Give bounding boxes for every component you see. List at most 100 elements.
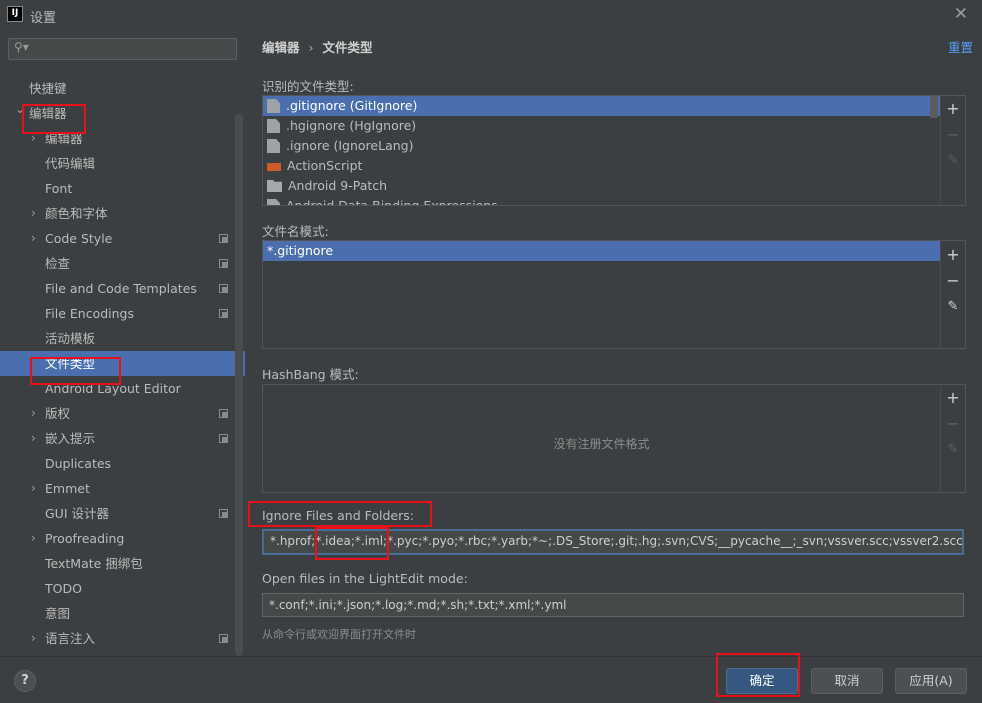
project-scope-icon bbox=[219, 434, 228, 443]
sidebar-item[interactable]: › 语言注入 bbox=[0, 626, 235, 651]
sidebar-item[interactable]: › 颜色和字体 bbox=[0, 201, 235, 226]
chevron-right-icon[interactable]: › bbox=[31, 201, 36, 226]
cancel-button[interactable]: 取消 bbox=[811, 668, 883, 694]
sidebar-item-label: 意图 bbox=[45, 606, 71, 621]
breadcrumb-separator: › bbox=[308, 40, 314, 55]
sidebar-item[interactable]: 检查 bbox=[0, 251, 235, 276]
edit-hashbang-icon[interactable]: ✎ bbox=[946, 443, 960, 457]
search-icon: ⚲▾ bbox=[14, 40, 29, 54]
dialog-footer: ? 确定 取消 应用(A) bbox=[0, 656, 982, 703]
lightedit-label: Open files in the LightEdit mode: bbox=[262, 571, 468, 586]
breadcrumb-parent[interactable]: 编辑器 bbox=[262, 40, 300, 55]
list-item[interactable]: .hgignore (HgIgnore) bbox=[263, 116, 940, 136]
sidebar-item-label: Proofreading bbox=[45, 531, 125, 546]
file-icon bbox=[267, 139, 280, 153]
patterns-toolbar: + − ✎ bbox=[940, 241, 965, 348]
ignore-files-field[interactable]: *.hprof;*.idea;*.iml;*.pyc;*.pyo;*.rbc;*… bbox=[262, 529, 964, 555]
edit-type-icon[interactable]: ✎ bbox=[946, 154, 960, 168]
remove-pattern-icon[interactable]: − bbox=[946, 273, 960, 289]
sidebar-item[interactable]: Android Layout Editor bbox=[0, 376, 235, 401]
remove-type-icon[interactable]: − bbox=[946, 127, 960, 143]
sidebar-item[interactable]: › 版权 bbox=[0, 401, 235, 426]
chevron-right-icon[interactable]: › bbox=[31, 226, 36, 251]
edit-pattern-icon[interactable]: ✎ bbox=[946, 300, 960, 314]
list-item-label: .ignore (IgnoreLang) bbox=[286, 138, 414, 153]
project-scope-icon bbox=[219, 259, 228, 268]
reset-link[interactable]: 重置 bbox=[948, 37, 973, 56]
list-item[interactable]: *.gitignore bbox=[263, 241, 940, 261]
sidebar-item[interactable]: Font bbox=[0, 176, 235, 201]
settings-tree: 快捷键 ⌄ 编辑器 › 编辑器 代码编辑 Font › 颜色和字体 › Code Style 检查 Fi… bbox=[0, 68, 245, 651]
sidebar-item[interactable]: 活动模板 bbox=[0, 326, 235, 351]
hashbang-panel: 没有注册文件格式 + − ✎ bbox=[262, 384, 966, 493]
list-item[interactable]: ActionScript bbox=[263, 156, 940, 176]
close-icon[interactable]: ✕ bbox=[954, 4, 968, 24]
sidebar-item-label: Code Style bbox=[45, 231, 113, 246]
search-input[interactable] bbox=[31, 40, 231, 58]
settings-sidebar: ⚲▾ 快捷键 ⌄ 编辑器 › 编辑器代码编辑 Font › 颜色和字体 › Code Style 检… bbox=[0, 30, 245, 656]
recognized-types-list[interactable]: .gitignore (GitIgnore) .hgignore (HgIgnor… bbox=[263, 96, 940, 205]
sidebar-item[interactable]: › Proofreading bbox=[0, 526, 235, 551]
sidebar-item-label: 颜色和字体 bbox=[45, 206, 108, 221]
sidebar-item[interactable]: File Encodings bbox=[0, 301, 235, 326]
file-icon bbox=[267, 199, 280, 205]
sidebar-item-label: 语言注入 bbox=[45, 631, 96, 646]
sidebar-item[interactable]: GUI 设计器 bbox=[0, 501, 235, 526]
lightedit-field[interactable]: *.conf;*.ini;*.json;*.log;*.md;*.sh;*.tx… bbox=[262, 593, 964, 617]
sidebar-item-label: 文件类型 bbox=[45, 356, 96, 371]
sidebar-item[interactable]: 意图 bbox=[0, 601, 235, 626]
sidebar-item-label: 代码编辑 bbox=[45, 156, 96, 171]
sidebar-item[interactable]: › 编辑器 bbox=[0, 126, 235, 151]
project-scope-icon bbox=[219, 234, 228, 243]
intellij-logo-icon: IJ bbox=[7, 6, 23, 22]
chevron-right-icon[interactable]: › bbox=[31, 126, 36, 151]
sidebar-item[interactable]: › 嵌入提示 bbox=[0, 426, 235, 451]
sidebar-item-label: Android Layout Editor bbox=[45, 381, 181, 396]
project-scope-icon bbox=[219, 634, 228, 643]
chevron-right-icon[interactable]: › bbox=[31, 426, 36, 451]
hashbang-toolbar: + − ✎ bbox=[940, 385, 965, 492]
chevron-right-icon[interactable]: › bbox=[31, 401, 36, 426]
tree-item-clipped bbox=[0, 68, 235, 76]
sidebar-item[interactable]: › Code Style bbox=[0, 226, 235, 251]
list-item[interactable]: .gitignore (GitIgnore) bbox=[263, 96, 940, 116]
actionscript-icon bbox=[267, 163, 281, 171]
chevron-right-icon[interactable]: › bbox=[31, 626, 36, 651]
sidebar-item[interactable]: TODO bbox=[0, 576, 235, 601]
sidebar-item-label: TODO bbox=[45, 581, 82, 596]
add-type-icon[interactable]: + bbox=[946, 101, 960, 117]
recognized-toolbar: + − ✎ bbox=[940, 96, 965, 205]
apply-button[interactable]: 应用(A) bbox=[895, 668, 967, 694]
project-scope-icon bbox=[219, 509, 228, 518]
sidebar-scrollbar[interactable] bbox=[235, 114, 243, 656]
sidebar-item[interactable]: Duplicates bbox=[0, 451, 235, 476]
chevron-down-icon[interactable]: ⌄ bbox=[15, 97, 25, 122]
chevron-right-icon[interactable]: › bbox=[31, 476, 36, 501]
sidebar-item[interactable]: ⌄ 编辑器 bbox=[0, 101, 235, 126]
help-icon[interactable]: ? bbox=[14, 670, 36, 692]
hashbang-label: HashBang 模式: bbox=[262, 367, 359, 382]
ok-button[interactable]: 确定 bbox=[726, 668, 798, 694]
sidebar-item[interactable]: TextMate 捆绑包 bbox=[0, 551, 235, 576]
lightedit-hint: 从命令行或欢迎界面打开文件时 bbox=[262, 628, 416, 641]
list-item[interactable]: Android Data Binding Expressions bbox=[263, 196, 940, 205]
ignore-label: Ignore Files and Folders: bbox=[262, 508, 414, 523]
add-hashbang-icon[interactable]: + bbox=[946, 390, 960, 406]
sidebar-item[interactable]: 文件类型 bbox=[0, 351, 245, 376]
list-item-label: .gitignore (GitIgnore) bbox=[286, 98, 418, 113]
list-item[interactable]: Android 9-Patch bbox=[263, 176, 940, 196]
sidebar-item[interactable]: 快捷键 bbox=[0, 76, 235, 101]
chevron-right-icon[interactable]: › bbox=[31, 526, 36, 551]
list-item[interactable]: .ignore (IgnoreLang) bbox=[263, 136, 940, 156]
file-icon bbox=[267, 119, 280, 133]
add-pattern-icon[interactable]: + bbox=[946, 247, 960, 263]
sidebar-item[interactable]: 代码编辑 bbox=[0, 151, 235, 176]
sidebar-item[interactable]: › Emmet bbox=[0, 476, 235, 501]
remove-hashbang-icon[interactable]: − bbox=[946, 416, 960, 432]
settings-search[interactable]: ⚲▾ bbox=[8, 38, 237, 60]
project-scope-icon bbox=[219, 409, 228, 418]
sidebar-item-label: Font bbox=[45, 181, 73, 196]
recognized-scrollbar[interactable] bbox=[930, 96, 938, 118]
patterns-list[interactable]: *.gitignore bbox=[263, 241, 940, 348]
sidebar-item[interactable]: File and Code Templates bbox=[0, 276, 235, 301]
